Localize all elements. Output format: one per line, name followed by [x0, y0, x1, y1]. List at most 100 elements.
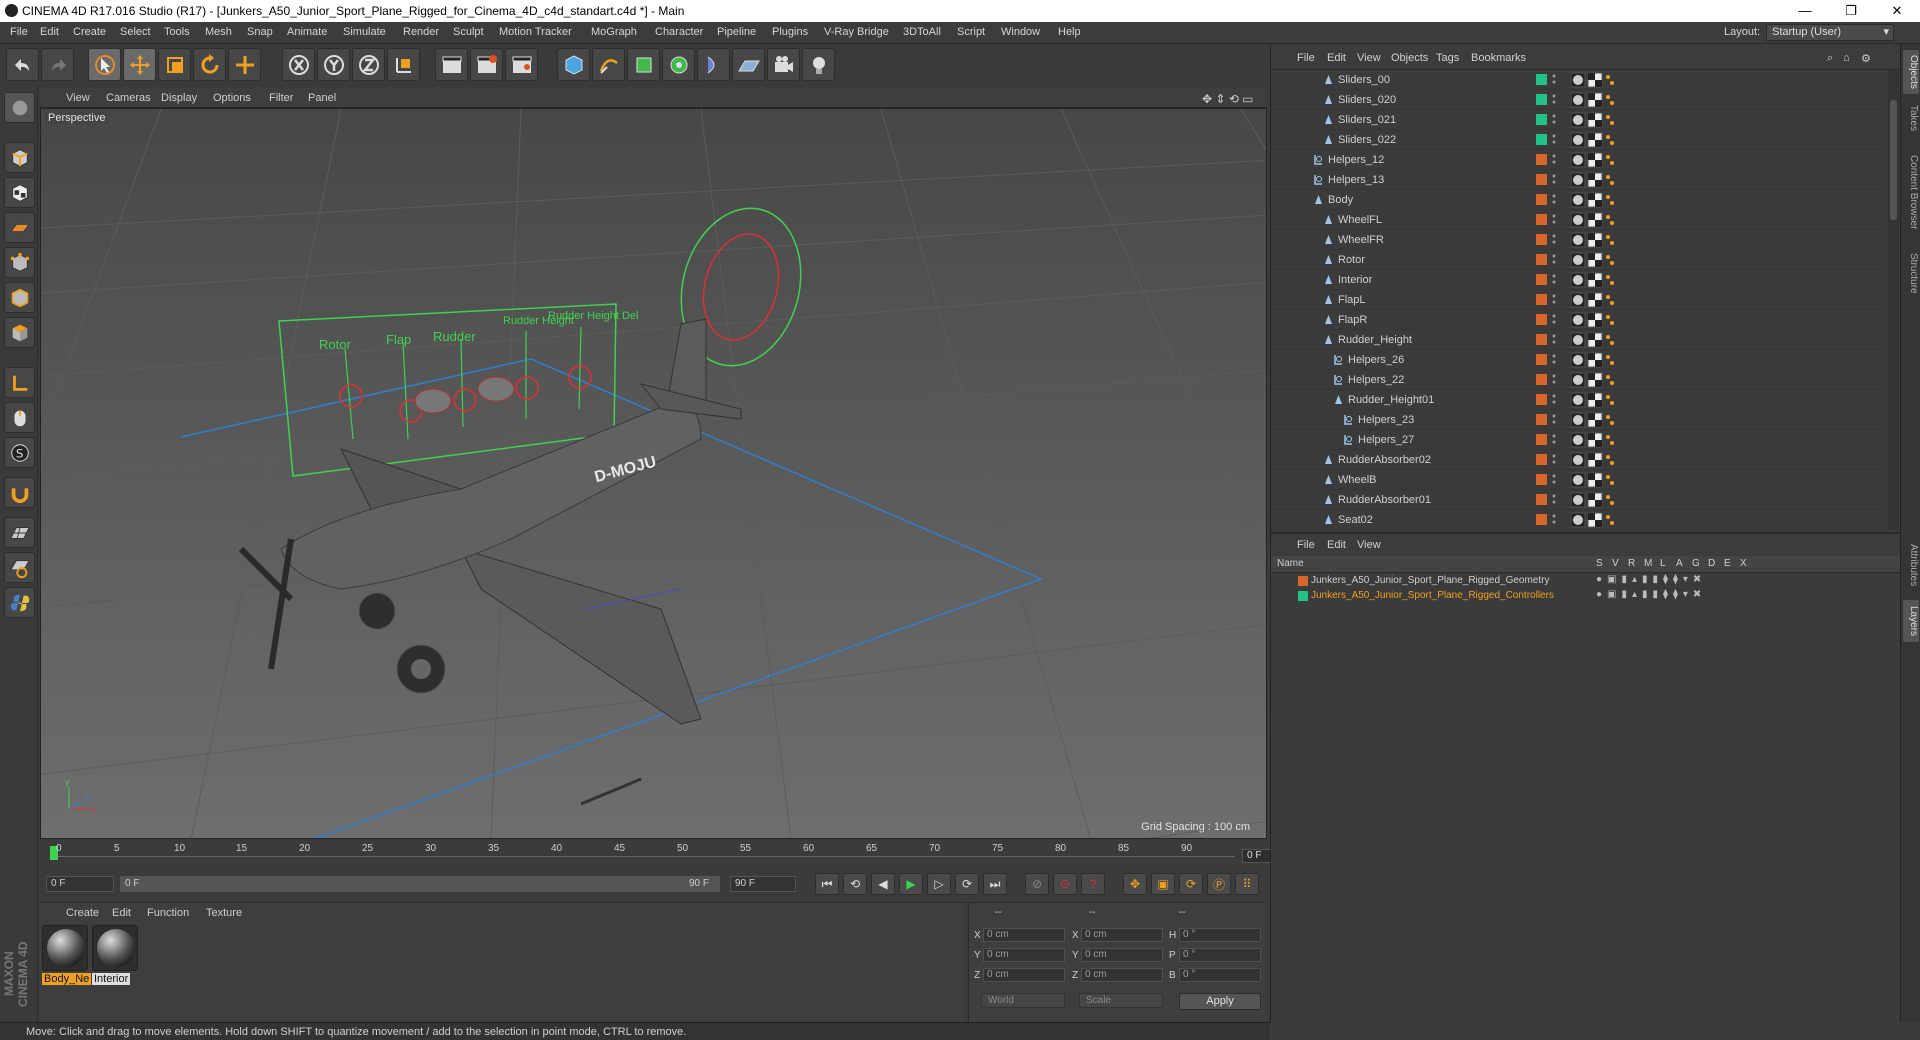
object-row[interactable]: Helpers_27 [1271, 430, 1887, 450]
scrollbar-thumb[interactable] [1890, 100, 1897, 220]
visibility-dots[interactable] [1552, 113, 1556, 126]
locked-workplane-button[interactable] [4, 552, 35, 583]
x-axis-lock-button[interactable] [282, 48, 315, 81]
position-z-field[interactable]: 0 cm [983, 968, 1065, 982]
object-name[interactable]: Interior [1338, 274, 1372, 286]
scale-tool-button[interactable] [158, 48, 191, 81]
visibility-dots[interactable] [1552, 433, 1556, 446]
tab-layers[interactable]: Layers [1903, 600, 1919, 642]
render-settings-button[interactable] [505, 48, 538, 81]
tab-takes[interactable]: Takes [1903, 100, 1919, 136]
viewport-menu-display[interactable]: Display [161, 92, 197, 104]
render-to-picture-viewer-button[interactable] [470, 48, 503, 81]
object-tags[interactable] [1570, 332, 1651, 351]
visibility-dots[interactable] [1552, 493, 1556, 506]
object-name[interactable]: Helpers_22 [1348, 374, 1404, 386]
key-scale-button[interactable]: ▣ [1151, 873, 1175, 895]
visibility-dots[interactable] [1552, 153, 1556, 166]
object-row[interactable]: RudderAbsorber01 [1271, 490, 1887, 510]
object-row[interactable]: RudderAbsorber02 [1271, 450, 1887, 470]
add-subdivision-button[interactable] [627, 48, 660, 81]
layer-color-swatch[interactable] [1536, 294, 1547, 305]
menu-window[interactable]: Window [1001, 26, 1040, 38]
object-row[interactable]: Helpers_26 [1271, 350, 1887, 370]
object-row[interactable]: WheelFR [1271, 230, 1887, 250]
menu-script[interactable]: Script [957, 26, 985, 38]
menu-animate[interactable]: Animate [287, 26, 327, 38]
layer-color-swatch[interactable] [1536, 194, 1547, 205]
menu-vray-bridge[interactable]: V-Ray Bridge [824, 26, 889, 38]
object-name[interactable]: WheelFL [1338, 214, 1382, 226]
object-tags[interactable] [1570, 412, 1651, 431]
object-name[interactable]: Helpers_12 [1328, 154, 1384, 166]
add-light-button[interactable] [802, 48, 835, 81]
layer-color-swatch[interactable] [1536, 154, 1547, 165]
layer-color-swatch[interactable] [1536, 174, 1547, 185]
visibility-dots[interactable] [1552, 193, 1556, 206]
menu-mesh[interactable]: Mesh [205, 26, 232, 38]
size-z-field[interactable]: 0 cm [1081, 968, 1163, 982]
objects-menu-objects[interactable]: Objects [1391, 52, 1428, 64]
viewport-menu-panel[interactable]: Panel [308, 92, 336, 104]
object-tags[interactable] [1570, 372, 1651, 391]
coordinate-space-select[interactable]: World [981, 993, 1065, 1008]
home-icon[interactable]: ⌂ [1843, 52, 1850, 64]
object-row[interactable]: Rudder_Height01 [1271, 390, 1887, 410]
layer-color-swatch[interactable] [1536, 74, 1547, 85]
menu-select[interactable]: Select [120, 26, 151, 38]
keyframe-selection-button[interactable]: ? [1081, 873, 1105, 895]
object-name[interactable]: Helpers_13 [1328, 174, 1384, 186]
objects-menu-edit[interactable]: Edit [1327, 52, 1346, 64]
object-row[interactable]: Rudder_Height [1271, 330, 1887, 350]
object-name[interactable]: Rotor [1338, 254, 1365, 266]
layer-color-swatch[interactable] [1536, 394, 1547, 405]
object-row[interactable]: WheelB [1271, 470, 1887, 490]
filter-icon[interactable]: ⚙ [1861, 52, 1871, 65]
layer-color-swatch[interactable] [1536, 474, 1547, 485]
objects-menu-file[interactable]: File [1297, 52, 1315, 64]
layer-row[interactable]: Junkers_A50_Junior_Sport_Plane_Rigged_Ge… [1271, 574, 1901, 589]
record-keys-button[interactable]: ⊘ [1025, 873, 1049, 895]
visibility-dots[interactable] [1552, 313, 1556, 326]
position-y-field[interactable]: 0 cm [983, 948, 1065, 962]
tweak-mode-button[interactable] [4, 402, 35, 433]
object-name[interactable]: Sliders_020 [1338, 94, 1396, 106]
snap-button[interactable]: S [4, 437, 35, 468]
object-name[interactable]: WheelFR [1338, 234, 1384, 246]
visibility-dots[interactable] [1552, 133, 1556, 146]
layers-menu-view[interactable]: View [1357, 539, 1381, 551]
layer-color-swatch[interactable] [1536, 94, 1547, 105]
object-name[interactable]: WheelB [1338, 474, 1377, 486]
object-name[interactable]: Rudder_Height [1338, 334, 1412, 346]
material-swatch-interior[interactable] [92, 925, 138, 971]
object-tags[interactable] [1570, 312, 1651, 331]
menu-help[interactable]: Help [1058, 26, 1081, 38]
material-menu-create[interactable]: Create [66, 907, 99, 919]
object-row[interactable]: Seat02 [1271, 510, 1887, 530]
object-tags[interactable] [1570, 452, 1651, 471]
timeline-ruler[interactable]: 0 5 10 15 20 25 30 35 40 45 50 55 60 65 … [40, 841, 1307, 869]
layer-row[interactable]: Junkers_A50_Junior_Sport_Plane_Rigged_Co… [1271, 589, 1901, 604]
layer-color-swatch[interactable] [1298, 576, 1308, 586]
layer-name[interactable]: Junkers_A50_Junior_Sport_Plane_Rigged_Ge… [1311, 575, 1549, 586]
add-cube-button[interactable] [557, 48, 590, 81]
layer-color-swatch[interactable] [1536, 254, 1547, 265]
object-tags[interactable] [1570, 252, 1651, 271]
visibility-dots[interactable] [1552, 513, 1556, 526]
close-button[interactable]: ✕ [1874, 0, 1920, 22]
workplane-grid-button[interactable] [4, 517, 35, 548]
z-axis-lock-button[interactable] [352, 48, 385, 81]
object-tags[interactable] [1570, 512, 1651, 531]
visibility-dots[interactable] [1552, 393, 1556, 406]
python-button[interactable] [4, 587, 35, 618]
add-deformer-button[interactable] [697, 48, 730, 81]
viewport-menu-filter[interactable]: Filter [269, 92, 293, 104]
render-view-button[interactable] [435, 48, 468, 81]
previous-key-button[interactable]: ⟲ [843, 873, 867, 895]
layer-color-swatch[interactable] [1536, 494, 1547, 505]
object-row[interactable]: FlapL [1271, 290, 1887, 310]
viewport-menu-options[interactable]: Options [213, 92, 251, 104]
object-row[interactable]: FlapR [1271, 310, 1887, 330]
menu-pipeline[interactable]: Pipeline [717, 26, 756, 38]
3d-viewport[interactable]: Rotor Flap Rudder Rudder Height Rudder H… [40, 108, 1267, 839]
